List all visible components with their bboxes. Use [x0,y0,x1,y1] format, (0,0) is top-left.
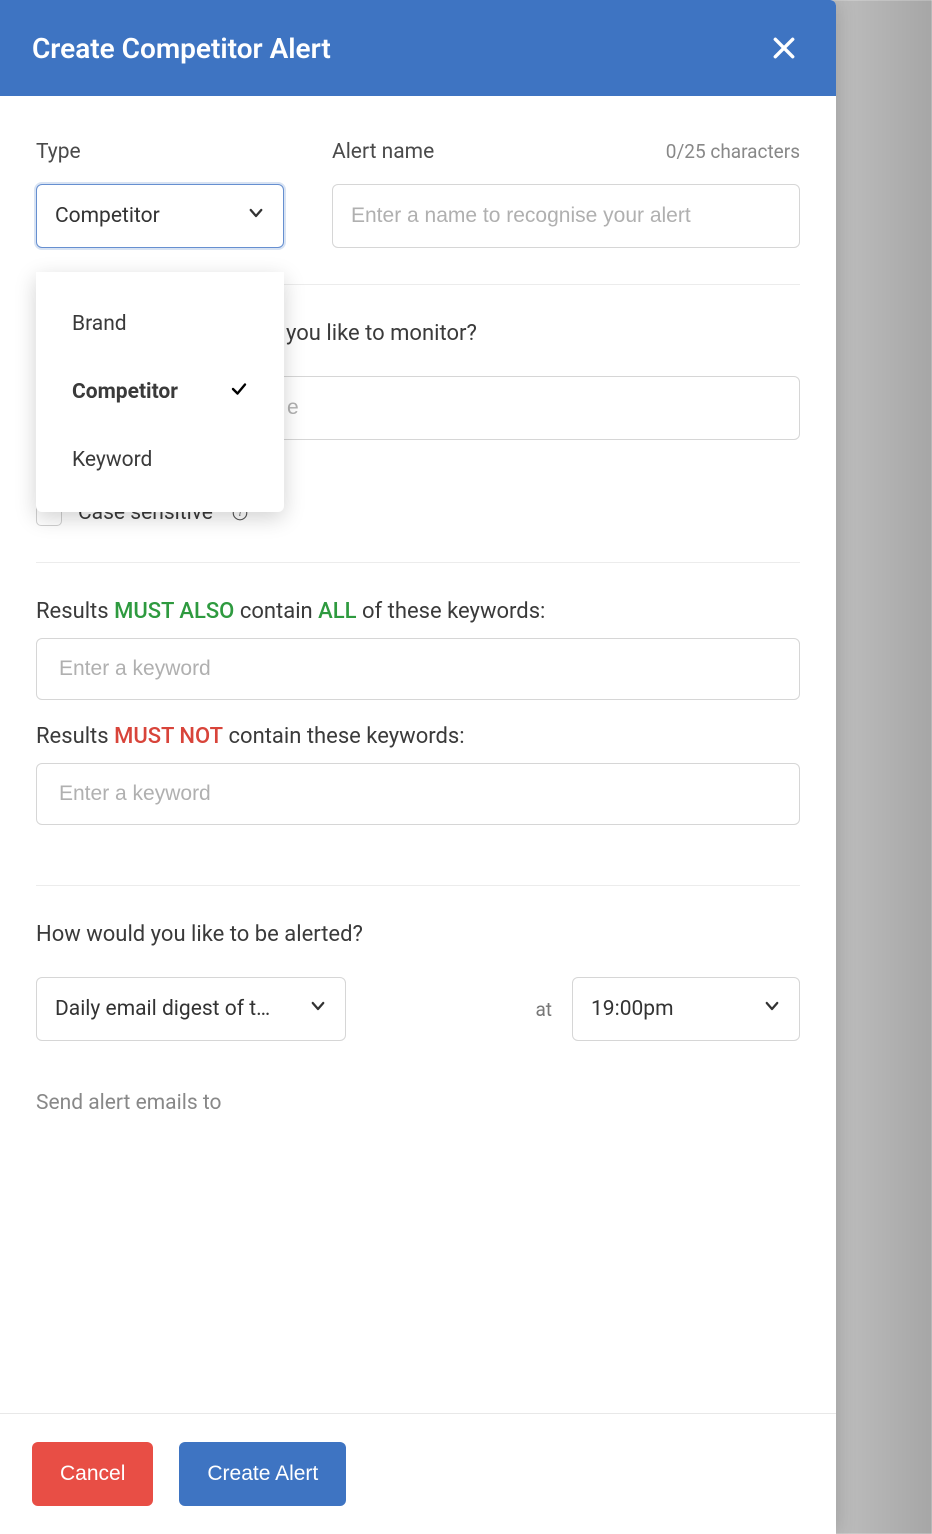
type-select[interactable]: Competitor [36,184,284,248]
must-also-input[interactable] [36,638,800,700]
type-label: Type [36,140,284,164]
type-field: Type Competitor [36,140,284,248]
alert-name-input[interactable] [351,204,781,228]
modal-footer: Cancel Create Alert [0,1413,836,1534]
alert-name-input-wrapper [332,184,800,248]
divider [36,562,800,563]
option-label: Competitor [72,380,178,404]
text: of these keywords: [357,599,546,624]
char-counter: 0/25 characters [666,140,800,163]
check-icon [230,380,248,404]
must-not-label: Results MUST NOT contain these keywords: [36,724,800,749]
text: contain these keywords: [223,724,465,749]
create-alert-button[interactable]: Create Alert [179,1442,346,1506]
alert-method-question: How would you like to be alerted? [36,922,800,947]
chevron-down-icon [247,204,265,228]
option-label: Keyword [72,448,152,472]
time-value: 19:00pm [591,997,674,1021]
text: contain [234,599,318,624]
all-highlight: ALL [318,599,356,624]
modal-header: Create Competitor Alert [0,0,836,96]
type-option-competitor[interactable]: Competitor [36,358,284,426]
cancel-button[interactable]: Cancel [32,1442,153,1506]
send-to-label: Send alert emails to [36,1091,800,1115]
type-option-keyword[interactable]: Keyword [36,426,284,494]
modal-title: Create Competitor Alert [32,32,331,65]
chevron-down-icon [763,997,781,1021]
chevron-down-icon [309,997,327,1021]
close-button[interactable] [764,28,804,68]
must-also-highlight: MUST ALSO [114,599,234,624]
divider [36,885,800,886]
monitor-input[interactable] [287,396,781,420]
text: Results [36,724,114,749]
type-dropdown: Brand Competitor Keyword [36,272,284,512]
must-not-highlight: MUST NOT [114,724,223,749]
modal-body: Type Competitor Alert name 0/25 characte… [0,96,836,1413]
must-not-input[interactable] [36,763,800,825]
frequency-value: Daily email digest of t… [55,997,270,1021]
alert-name-label: Alert name [332,140,434,164]
close-icon [771,35,797,61]
option-label: Brand [72,312,127,336]
must-also-label: Results MUST ALSO contain ALL of these k… [36,599,800,624]
type-option-brand[interactable]: Brand [36,290,284,358]
at-label: at [535,998,552,1021]
time-select[interactable]: 19:00pm [572,977,800,1041]
text: Results [36,599,114,624]
alert-controls: Daily email digest of t… at 19:00pm [36,977,800,1041]
alert-name-field: Alert name 0/25 characters [332,140,800,248]
background-overlay [832,0,932,1534]
type-selected-value: Competitor [55,204,160,228]
create-alert-modal: Create Competitor Alert Type Competitor [0,0,836,1534]
frequency-select[interactable]: Daily email digest of t… [36,977,346,1041]
